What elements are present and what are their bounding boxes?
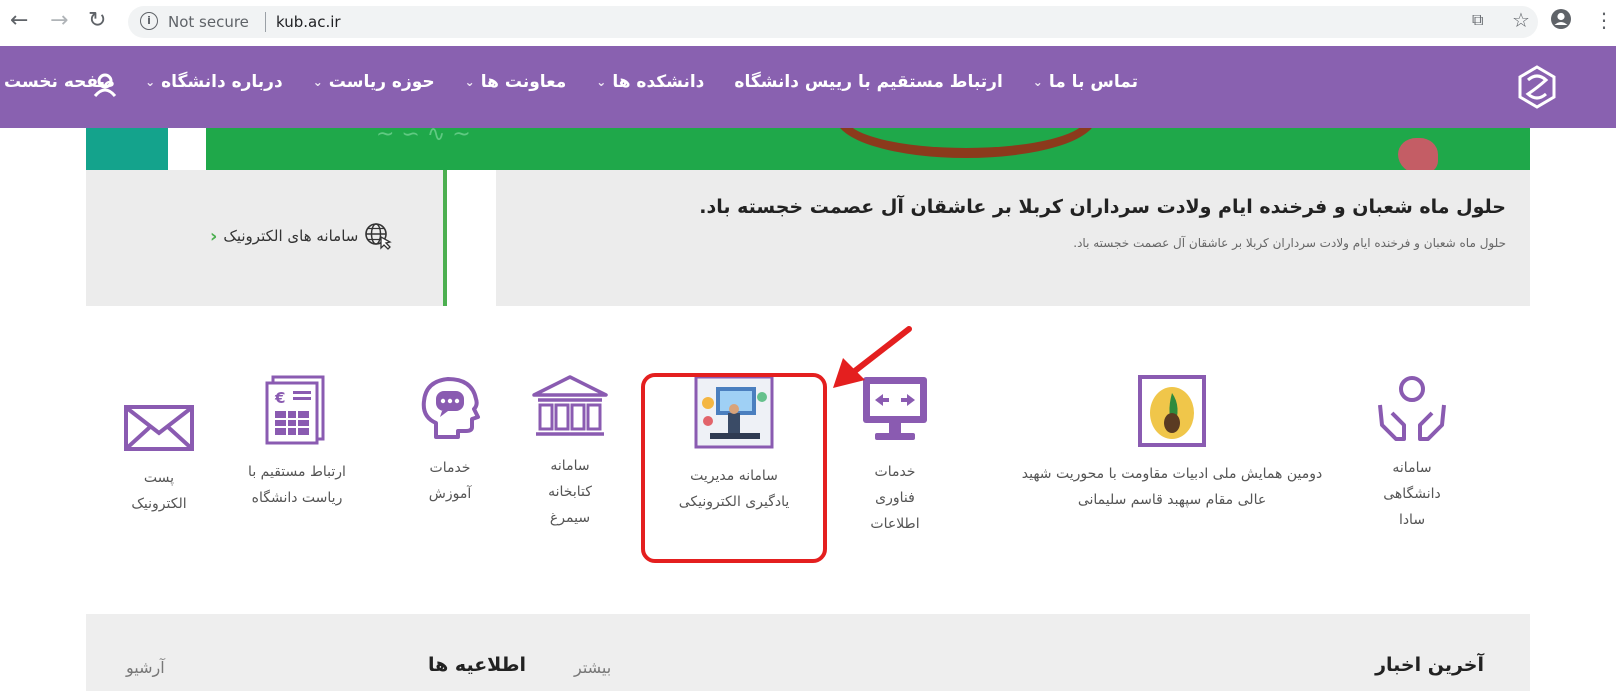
head-chat-icon: [421, 377, 480, 439]
document-icon: €: [265, 375, 325, 445]
translate-icon[interactable]: ⧉: [1472, 10, 1483, 30]
service-label: پست الکترونیک: [131, 470, 187, 512]
university-logo[interactable]: [1514, 64, 1560, 110]
conference-icon: [1138, 375, 1206, 447]
star-icon[interactable]: ☆: [1512, 8, 1530, 32]
mail-icon: [124, 405, 194, 451]
divider: [443, 170, 447, 306]
menu-icon[interactable]: ⋮: [1594, 8, 1614, 32]
url-text[interactable]: kub.ac.ir: [276, 13, 341, 31]
service-label: خدمات فناوری اطلاعات: [870, 464, 920, 532]
chevron-down-icon: ⌄: [596, 75, 607, 89]
nav-item-label: دانشکده ها: [612, 72, 705, 92]
nav-item-label: ارتباط مستقیم با رییس دانشگاه: [734, 72, 1003, 92]
service-label: سامانه دانشگاهی سادا: [1383, 460, 1441, 528]
nav-item-3[interactable]: معاونت ها ⌄: [465, 72, 567, 92]
nav-item-2[interactable]: حوزه ریاست ⌄: [313, 72, 435, 92]
notices-title: اطلاعیه ها: [428, 654, 527, 676]
highlight-frame: [641, 373, 827, 563]
browser-toolbar: ← → ↻ i Not secure kub.ac.ir ⧉ ☆ ⋮: [0, 0, 1616, 46]
hero-banner: ~ ∽ ∿ ~: [86, 128, 1530, 170]
main-menu: صفحه نخست درباره دانشگاه ⌄ حوزه ریاست ⌄ معاون…: [4, 72, 1138, 92]
service-label: دومین همایش ملی ادبیات مقاومت با محوریت …: [1021, 466, 1323, 508]
headline-box[interactable]: حلول ماه شعبان و فرخنده ایام ولادت سردار…: [496, 170, 1530, 306]
nav-item-label: تماس با ما: [1048, 72, 1138, 92]
nav-item-1[interactable]: درباره دانشگاه ⌄: [145, 72, 283, 92]
library-icon: [532, 375, 608, 436]
globe-click-icon: [365, 223, 393, 250]
user-icon[interactable]: [92, 72, 118, 98]
headline-title[interactable]: حلول ماه شعبان و فرخنده ایام ولادت سردار…: [699, 196, 1506, 218]
electronic-systems-link[interactable]: سامانه های الکترونیک ‹: [210, 222, 393, 250]
back-icon[interactable]: ←: [10, 8, 28, 34]
service-sada[interactable]: سامانه دانشگاهی سادا: [1357, 375, 1467, 533]
service-conference[interactable]: دومین همایش ملی ادبیات مقاومت با محوریت …: [986, 375, 1358, 513]
nav-item-4[interactable]: دانشکده ها ⌄: [596, 72, 704, 92]
electronic-systems-label: سامانه های الکترونیک: [223, 227, 359, 245]
chevron-down-icon: ⌄: [145, 75, 156, 89]
address-bar[interactable]: i Not secure kub.ac.ir: [128, 6, 1538, 38]
nav-item-label: درباره دانشگاه: [161, 72, 283, 92]
nav-item-label: معاونت ها: [480, 72, 567, 92]
hands-icon: [1378, 376, 1446, 441]
more-link[interactable]: بیشتر: [574, 658, 611, 677]
service-email[interactable]: پست الکترونیک: [116, 405, 202, 517]
announcement-section: سامانه های الکترونیک ‹ حلول ماه شعبان و …: [86, 170, 1530, 306]
service-label: خدمات آموزش: [428, 460, 472, 502]
forward-icon[interactable]: →: [50, 8, 68, 34]
svg-text:€: €: [274, 389, 285, 407]
chevron-left-icon: ‹: [210, 225, 218, 247]
service-library[interactable]: سامانه کتابخانه سیمرغ: [520, 375, 620, 531]
service-president-contact[interactable]: € ارتباط مستقیم با ریاست دانشگاه: [232, 375, 362, 511]
service-education[interactable]: خدمات آموزش: [410, 375, 490, 507]
service-it[interactable]: خدمات فناوری اطلاعات: [850, 375, 940, 537]
service-label: ارتباط مستقیم با ریاست دانشگاه: [248, 464, 346, 506]
security-status: Not secure: [168, 13, 249, 31]
site-navbar: صفحه نخست درباره دانشگاه ⌄ حوزه ریاست ⌄ معاون…: [0, 46, 1616, 128]
latest-news-title: آخرین اخبار: [1375, 654, 1484, 676]
annotation-arrow-icon: [833, 326, 912, 388]
chevron-down-icon: ⌄: [312, 75, 323, 89]
electronic-systems-box: سامانه های الکترونیک ‹: [86, 170, 444, 306]
info-icon[interactable]: i: [140, 12, 158, 30]
chevron-down-icon: ⌄: [1032, 75, 1043, 89]
chevron-down-icon: ⌄: [464, 75, 475, 89]
nav-item-5[interactable]: ارتباط مستقیم با رییس دانشگاه: [734, 72, 1002, 92]
nav-item-label: حوزه ریاست: [328, 72, 435, 92]
archive-link[interactable]: آرشیو: [126, 658, 165, 677]
news-bar: آخرین اخبار اطلاعیه ها بیشتر آرشیو: [86, 614, 1530, 691]
service-label: سامانه کتابخانه سیمرغ: [548, 458, 592, 526]
headline-subtitle: حلول ماه شعبان و فرخنده ایام ولادت سردار…: [1073, 236, 1506, 250]
divider: [265, 12, 266, 32]
nav-item-6[interactable]: تماس با ما ⌄: [1033, 72, 1138, 92]
reload-icon[interactable]: ↻: [88, 8, 106, 34]
account-icon[interactable]: [1550, 8, 1572, 35]
